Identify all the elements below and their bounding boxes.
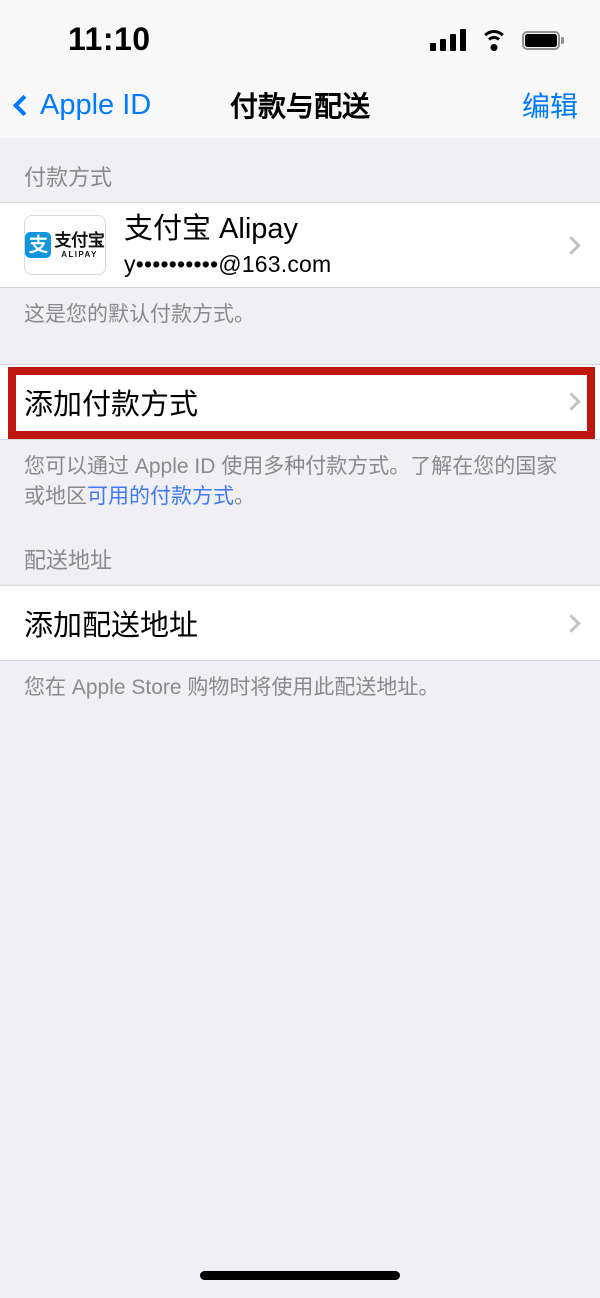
status-bar-time: 11:10 <box>68 20 151 57</box>
cellular-signal-icon <box>430 29 466 51</box>
add-shipping-address-label: 添加配送地址 <box>24 610 199 643</box>
edit-button[interactable]: 编辑 <box>522 85 578 125</box>
alipay-wordmark-cn: 支付宝 <box>54 230 105 250</box>
add-payment-method-label: 添加付款方式 <box>24 388 199 421</box>
navigation-bar: 付款与配送 Apple ID 编辑 <box>0 72 600 138</box>
payment-method-group: 支 支付宝 ALIPAY 支付宝 Alipay y••••••••••@163.… <box>0 202 600 288</box>
add-payment-text: 添加付款方式 <box>24 381 551 423</box>
shipping-section-header: 配送地址 <box>24 548 113 574</box>
payment-footer-text-part2: 。 <box>234 484 255 508</box>
shipping-address-group: 添加配送地址 <box>0 585 600 662</box>
alipay-mark-glyph: 支 <box>25 232 52 258</box>
payment-method-text: 支付宝 Alipay y••••••••••@163.com <box>124 212 551 278</box>
add-payment-group: 添加付款方式 <box>0 363 600 440</box>
shipping-address-footer: 您在 Apple Store 购物时将使用此配送地址。 <box>24 676 440 700</box>
alipay-wordmark-en: ALIPAY <box>61 249 98 259</box>
back-button-label: Apple ID <box>40 88 152 121</box>
back-button[interactable]: Apple ID <box>12 88 152 122</box>
iphone-screen: 11:10 付款与配送 Apple ID 编辑 付款方式 支 支付宝 ALIPA… <box>0 0 600 1298</box>
chevron-right-icon <box>562 235 581 255</box>
battery-icon <box>522 30 564 50</box>
add-payment-method-row[interactable]: 添加付款方式 <box>0 364 600 439</box>
default-payment-note: 这是您的默认付款方式。 <box>24 303 255 326</box>
status-bar: 11:10 <box>0 0 600 72</box>
home-indicator[interactable] <box>200 1271 400 1280</box>
settings-list: 付款方式 支 支付宝 ALIPAY 支付宝 Alipay y••••••••••… <box>0 138 600 1298</box>
chevron-right-icon <box>562 392 581 412</box>
payment-method-title: 支付宝 Alipay <box>124 213 299 246</box>
add-shipping-text: 添加配送地址 <box>24 602 551 644</box>
alipay-logo-icon: 支 支付宝 ALIPAY <box>24 215 106 275</box>
available-payment-methods-link[interactable]: 可用的付款方式 <box>87 485 234 508</box>
add-shipping-address-row[interactable]: 添加配送地址 <box>0 586 600 661</box>
payment-method-row-alipay[interactable]: 支 支付宝 ALIPAY 支付宝 Alipay y••••••••••@163.… <box>0 203 600 287</box>
alipay-wordmark: 支付宝 ALIPAY <box>54 232 104 259</box>
wifi-icon <box>480 29 508 51</box>
chevron-right-icon <box>562 614 581 633</box>
chevron-left-icon <box>12 94 35 117</box>
status-bar-indicators <box>430 29 564 51</box>
payment-method-account: y••••••••••@163.com <box>124 250 332 277</box>
payment-methods-footer: 您可以通过 Apple ID 使用多种付款方式。了解在您的国家或地区可用的付款方… <box>0 440 600 512</box>
payment-section-header: 付款方式 <box>24 165 113 190</box>
